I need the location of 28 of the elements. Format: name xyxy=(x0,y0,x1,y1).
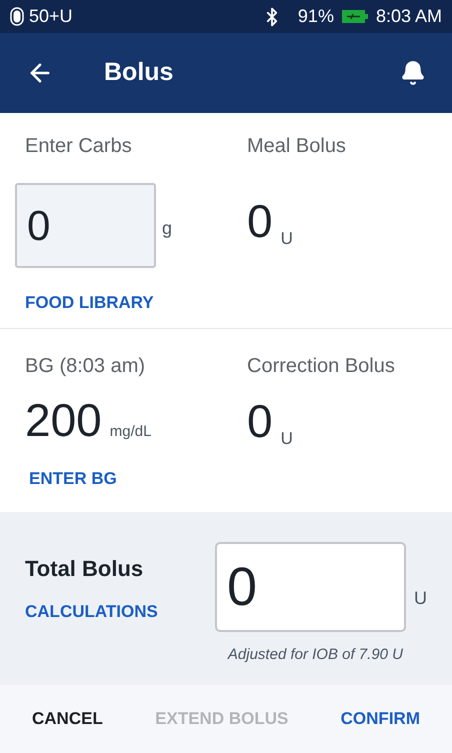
bolus-value: 0 xyxy=(247,198,273,244)
field-label: Correction Bolus xyxy=(247,354,395,379)
unit-label: U xyxy=(280,228,293,250)
unit-label: U xyxy=(280,428,293,450)
page-title: Bolus xyxy=(104,57,174,88)
unit-label: mg/dL xyxy=(110,422,152,442)
total-label: Total Bolus xyxy=(25,555,144,583)
battery-percent: 91% xyxy=(298,5,334,28)
carbs-input[interactable]: 0 xyxy=(15,183,156,268)
field-label: BG (8:03 am) xyxy=(25,354,146,379)
pod-status: 50+U xyxy=(29,5,73,28)
enter-bg-link[interactable]: ENTER BG xyxy=(25,466,117,491)
clock: 8:03 AM xyxy=(376,5,442,28)
field-label: Meal Bolus xyxy=(247,134,346,159)
bg-value: 200 xyxy=(25,397,102,443)
food-library-link[interactable]: FOOD LIBRARY xyxy=(15,290,154,316)
bolus-value: 0 xyxy=(247,398,273,444)
battery-icon xyxy=(342,10,368,23)
unit-label: g xyxy=(162,217,172,240)
pod-icon xyxy=(10,7,24,26)
calculations-link[interactable]: CALCULATIONS xyxy=(25,599,158,624)
notifications-button[interactable] xyxy=(400,60,426,86)
total-input[interactable]: 0 xyxy=(215,542,406,632)
action-button[interactable]: CANCEL xyxy=(22,698,113,740)
unit-label: U xyxy=(414,587,427,610)
action-button[interactable]: CONFIRM xyxy=(330,698,430,740)
field-label: Enter Carbs xyxy=(24,134,133,159)
iob-note: Adjusted for IOB of 7.90 U xyxy=(228,645,403,665)
